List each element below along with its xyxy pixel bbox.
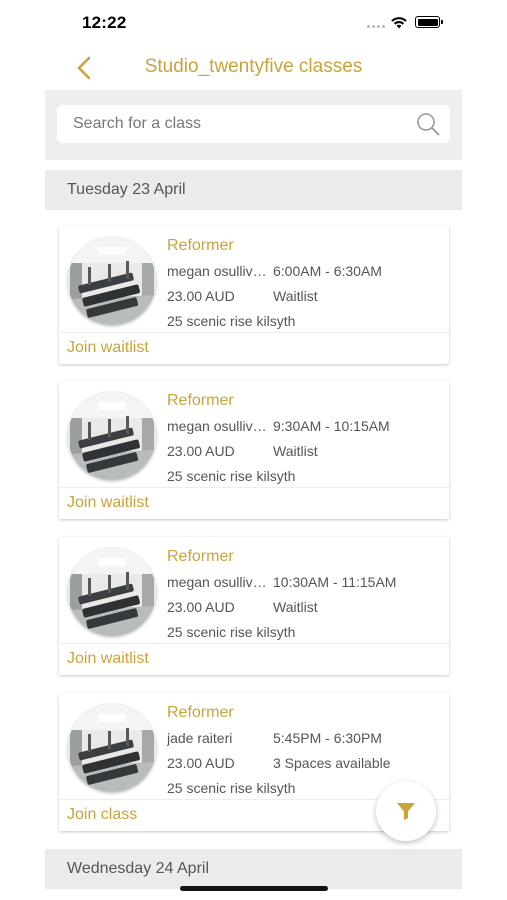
class-title: Reformer — [167, 704, 234, 721]
class-price: 23.00 AUD — [167, 443, 235, 459]
class-instructor: megan osullivan — [167, 263, 267, 279]
join-waitlist-button[interactable]: Join waitlist — [67, 339, 149, 357]
status-bar: 12:22 — [0, 0, 507, 46]
card-divider — [59, 643, 449, 644]
class-time: 5:45PM - 6:30PM — [273, 730, 382, 746]
search-input[interactable] — [57, 105, 397, 143]
class-image — [68, 392, 156, 480]
search-icon[interactable] — [416, 112, 440, 136]
join-waitlist-button[interactable]: Join waitlist — [67, 650, 149, 668]
class-time: 6:00AM - 6:30AM — [273, 263, 382, 279]
class-status: Waitlist — [273, 443, 318, 459]
class-price: 23.00 AUD — [167, 755, 235, 771]
card-divider — [59, 487, 449, 488]
class-time: 9:30AM - 10:15AM — [273, 418, 390, 434]
page-title: Studio_twentyfive classes — [144, 56, 363, 77]
class-location: 25 scenic rise kilsyth — [167, 313, 296, 329]
class-location: 25 scenic rise kilsyth — [167, 780, 296, 796]
class-location: 25 scenic rise kilsyth — [167, 624, 296, 640]
day-header: Tuesday 23 April — [45, 170, 462, 210]
class-card[interactable]: Reformer megan osullivan 6:00AM - 6:30AM… — [59, 226, 449, 364]
search-box — [57, 105, 450, 143]
class-price: 23.00 AUD — [167, 288, 235, 304]
home-indicator — [180, 886, 328, 891]
class-instructor: jade raiteri — [167, 730, 233, 746]
class-time: 10:30AM - 11:15AM — [273, 574, 397, 590]
filter-button[interactable] — [376, 781, 436, 841]
day-header: Wednesday 24 April — [45, 849, 462, 889]
class-card[interactable]: Reformer megan osullivan 9:30AM - 10:15A… — [59, 381, 449, 519]
class-instructor: megan osullivan — [167, 418, 267, 434]
class-image — [68, 548, 156, 636]
class-title: Reformer — [167, 548, 234, 565]
class-card[interactable]: Reformer megan osullivan 10:30AM - 11:15… — [59, 537, 449, 675]
card-divider — [59, 332, 449, 333]
class-status: 3 Spaces available — [273, 755, 391, 771]
class-image — [68, 237, 156, 325]
class-title: Reformer — [167, 237, 234, 254]
class-location: 25 scenic rise kilsyth — [167, 468, 296, 484]
join-waitlist-button[interactable]: Join waitlist — [67, 494, 149, 512]
search-panel — [45, 90, 462, 160]
class-price: 23.00 AUD — [167, 599, 235, 615]
class-status: Waitlist — [273, 599, 318, 615]
funnel-icon — [397, 803, 415, 820]
class-status: Waitlist — [273, 288, 318, 304]
join-class-button[interactable]: Join class — [67, 806, 137, 824]
battery-icon — [415, 16, 443, 28]
class-image — [68, 704, 156, 792]
nav-bar: Studio_twentyfive classes — [0, 46, 507, 90]
cellular-signal-icon — [367, 25, 389, 29]
class-title: Reformer — [167, 392, 234, 409]
status-time: 12:22 — [82, 13, 127, 32]
wifi-icon — [391, 17, 407, 29]
class-instructor: megan osullivan — [167, 574, 267, 590]
